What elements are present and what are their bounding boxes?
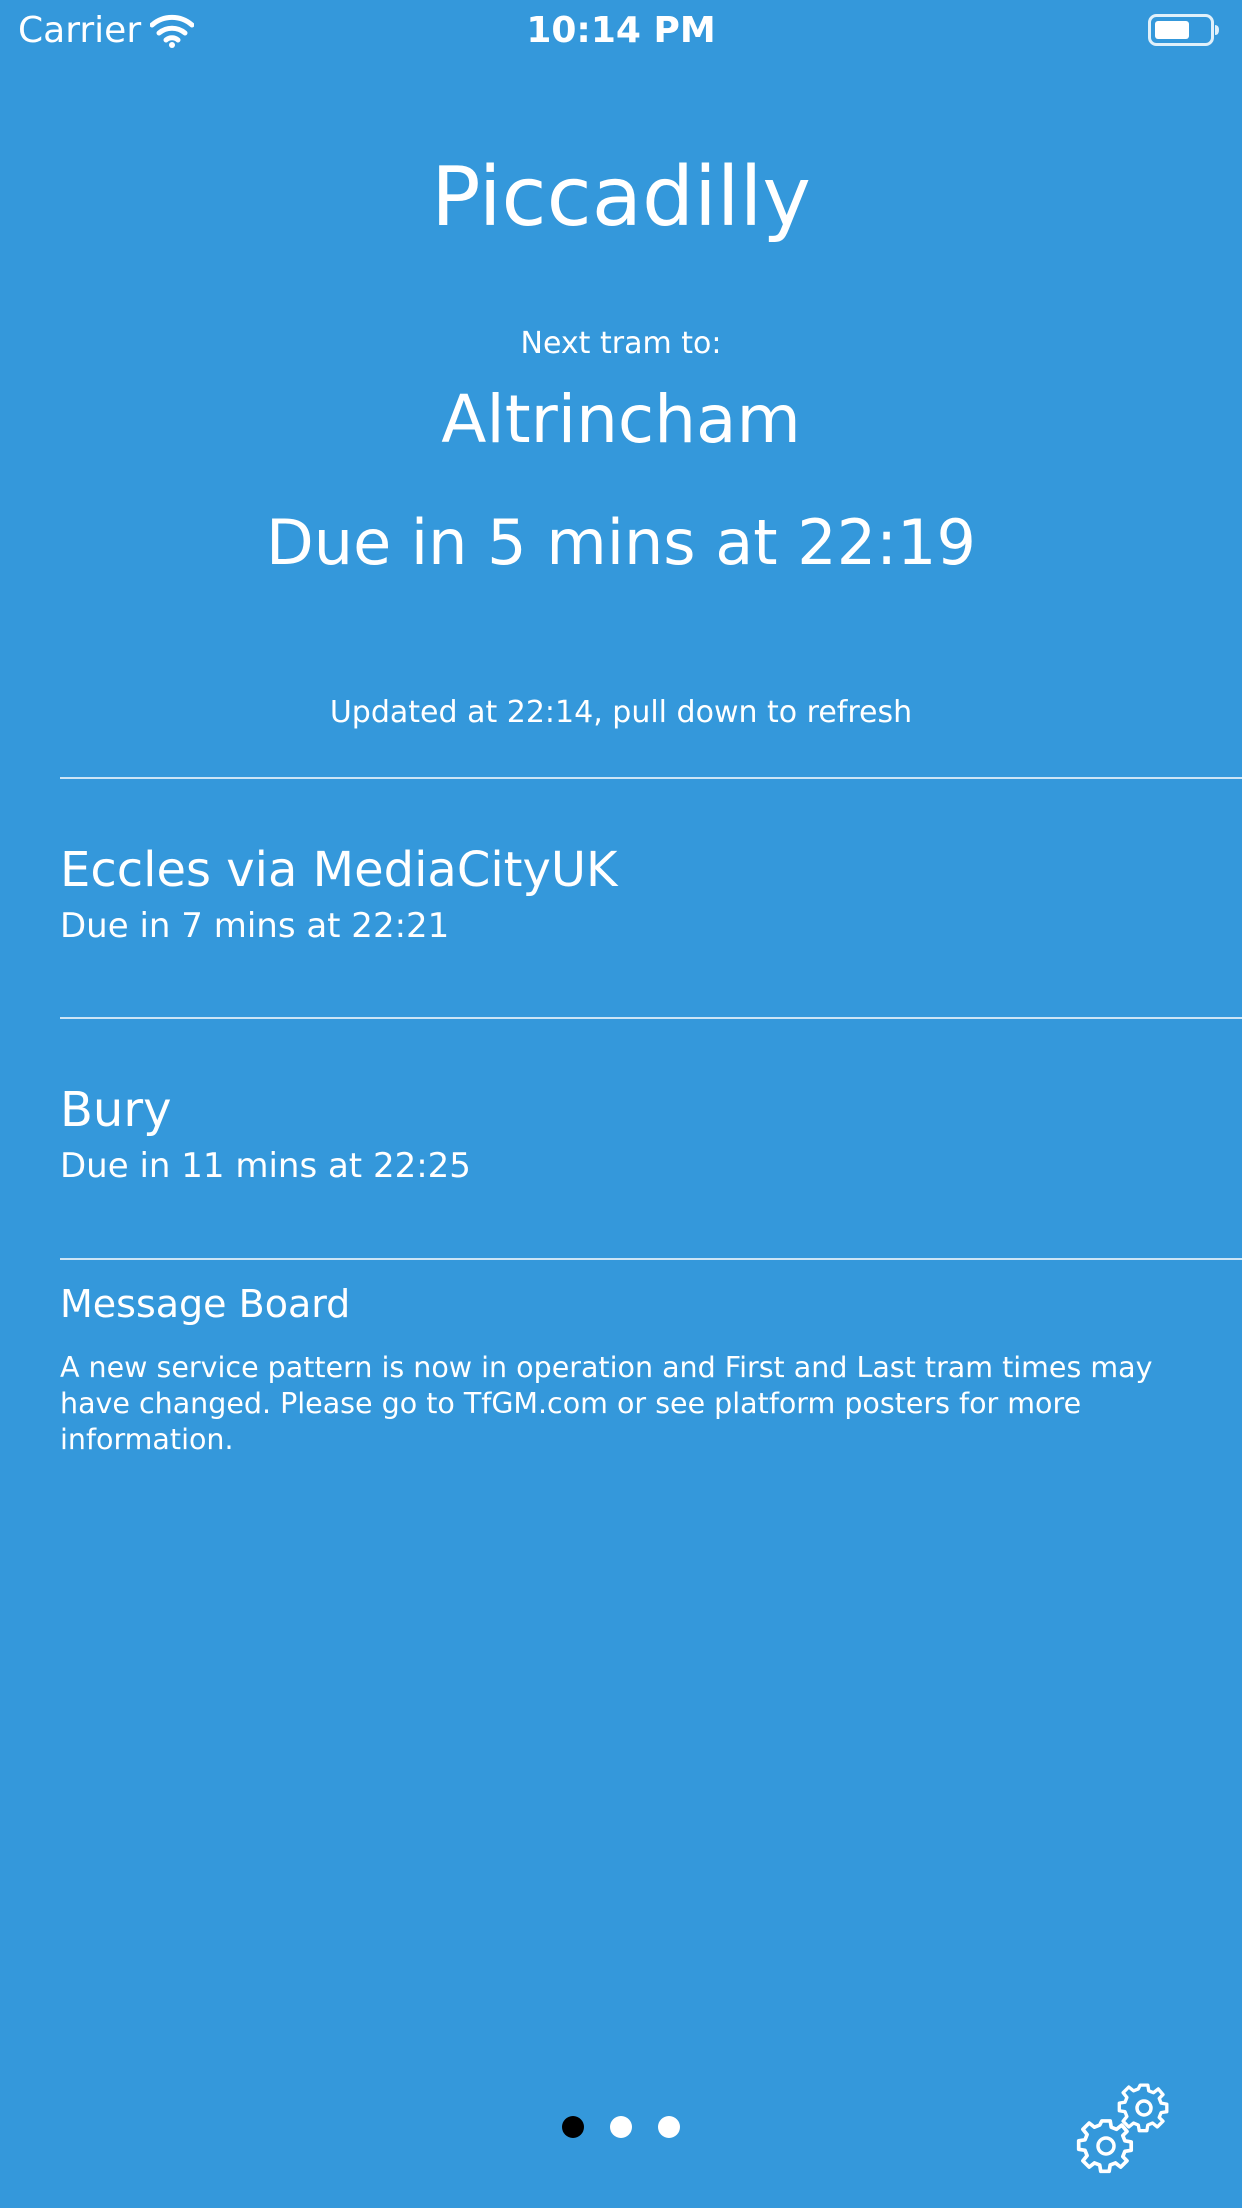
station-title: Piccadilly: [431, 150, 811, 245]
page-dot-2[interactable]: [610, 2116, 632, 2138]
next-tram-destination: Altrincham: [441, 381, 801, 458]
tram-due-time: Due in 11 mins at 22:25: [60, 1146, 471, 1186]
next-tram-due: Due in 5 mins at 22:19: [266, 506, 976, 579]
tram-destination: Eccles via MediaCityUK: [60, 842, 618, 898]
settings-gears-icon[interactable]: [1074, 2078, 1178, 2176]
message-board-title: Message Board: [60, 1282, 351, 1326]
battery-icon: [1148, 14, 1219, 46]
divider: [60, 1017, 1242, 1019]
page-indicator[interactable]: [0, 2116, 1242, 2138]
divider: [60, 1258, 1242, 1260]
divider: [60, 777, 1242, 779]
tram-destination: Bury: [60, 1082, 172, 1138]
tram-list-item[interactable]: Bury Due in 11 mins at 22:25: [60, 1080, 1242, 1188]
status-time: 10:14 PM: [526, 10, 716, 51]
page-dot-3[interactable]: [658, 2116, 680, 2138]
status-bar: Carrier 10:14 PM: [0, 0, 1242, 60]
tram-list-item[interactable]: Eccles via MediaCityUK Due in 7 mins at …: [60, 840, 1242, 948]
page-dot-1[interactable]: [562, 2116, 584, 2138]
tram-due-time: Due in 7 mins at 22:21: [60, 906, 450, 946]
next-tram-label: Next tram to:: [520, 326, 722, 361]
updated-status: Updated at 22:14, pull down to refresh: [329, 695, 913, 730]
message-board-text: A new service pattern is now in operatio…: [60, 1351, 1153, 1456]
